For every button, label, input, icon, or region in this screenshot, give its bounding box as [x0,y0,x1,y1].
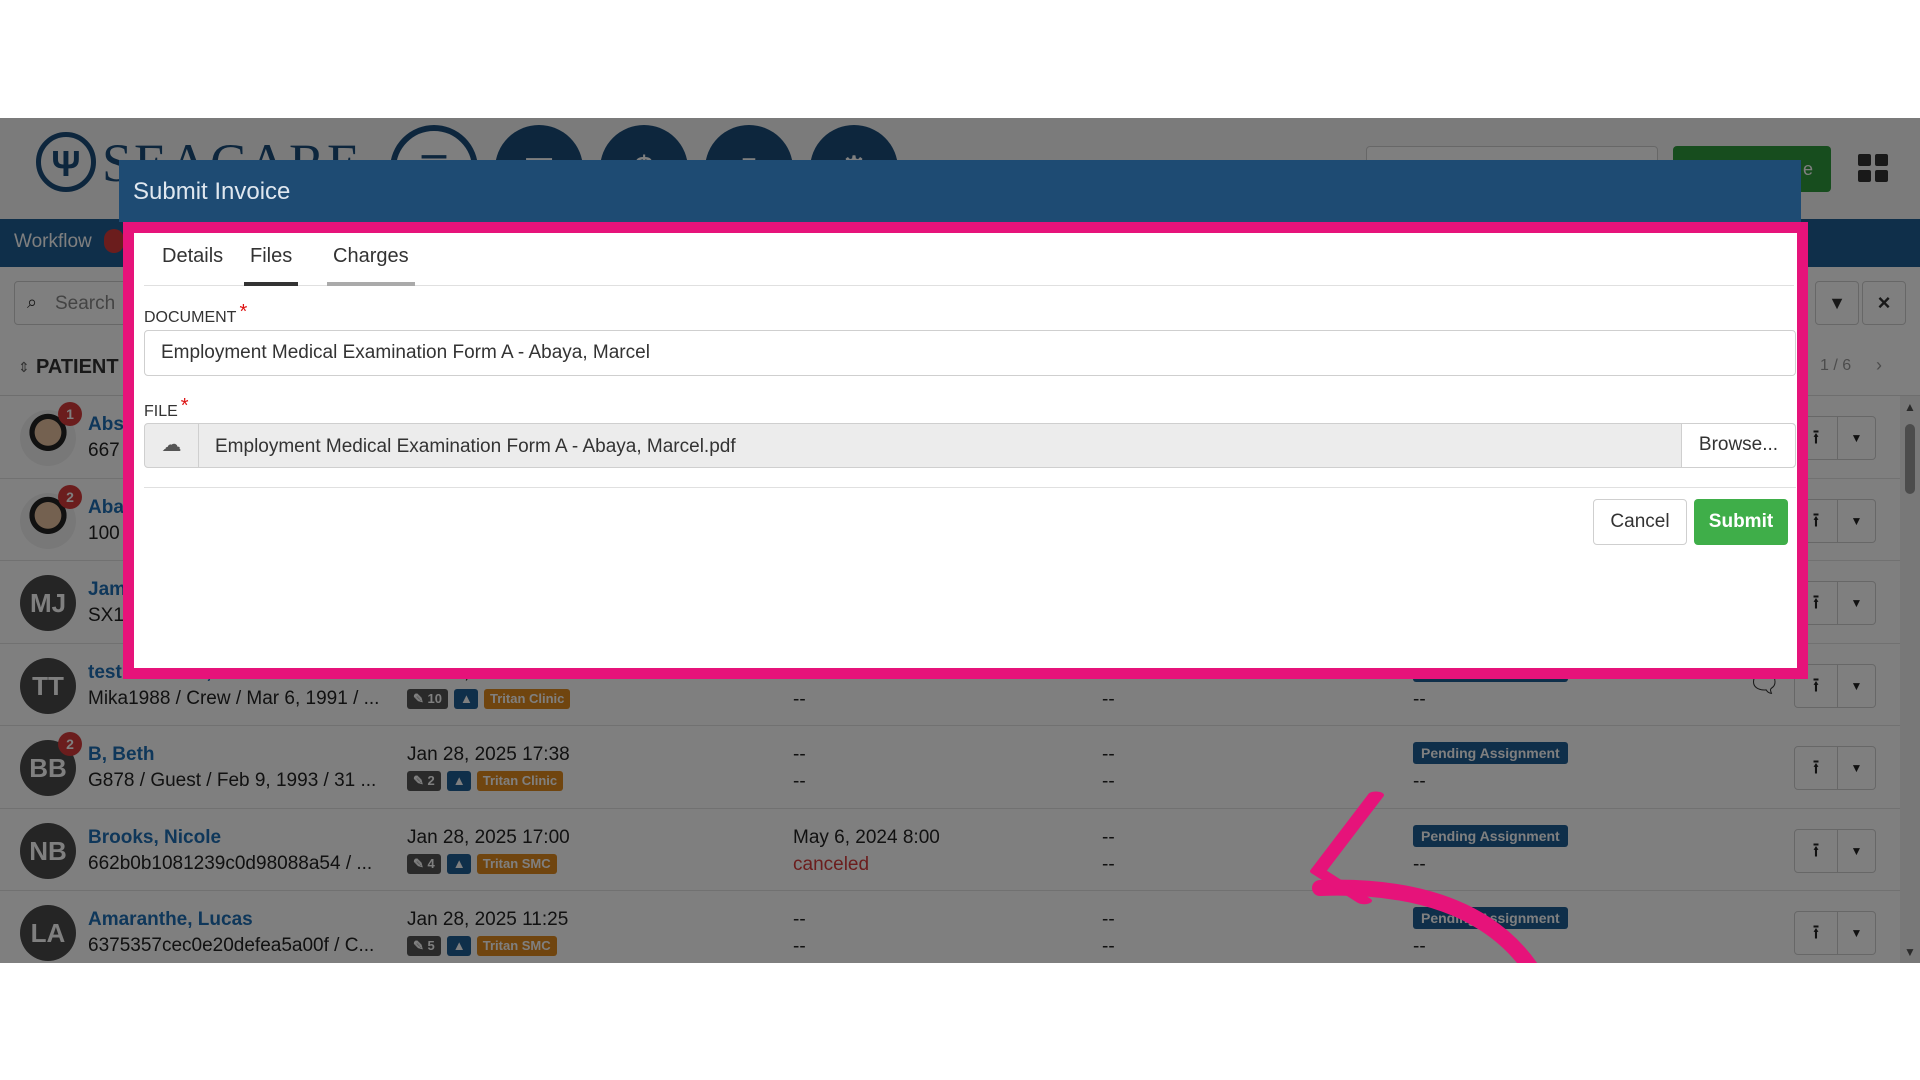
document-label: DOCUMENT * [144,301,247,328]
file-name: Employment Medical Examination Form A - … [215,436,736,457]
file-label-text: FILE [144,403,178,420]
submit-invoice-modal: Details Files Charges DOCUMENT * Employme… [123,222,1808,679]
curved-arrow-annotation [1310,791,1537,963]
document-input[interactable]: Employment Medical Examination Form A - … [144,330,1796,376]
cloud-upload-icon: ☁ [145,424,199,467]
modal-divider [144,487,1796,488]
required-marker: * [180,395,189,417]
file-input-group[interactable]: ☁ Employment Medical Examination Form A … [144,423,1796,468]
browse-button[interactable]: Browse... [1681,424,1795,467]
tab-details[interactable]: Details [162,245,223,286]
cancel-button[interactable]: Cancel [1593,499,1687,545]
modal-header: Submit Invoice [119,160,1801,222]
required-marker: * [239,301,248,323]
tab-files[interactable]: Files [244,245,299,286]
app-window: Ψ SEACARE ☰ ▦ $ ▮ ⚙ e Workflow ⌕ Search … [0,118,1920,963]
modal-title: Submit Invoice [133,178,291,205]
document-label-text: DOCUMENT [144,309,237,326]
file-label: FILE * [144,395,189,422]
submit-button[interactable]: Submit [1694,499,1788,545]
modal-tabs: Details Files Charges [144,233,1794,286]
tab-charges[interactable]: Charges [327,245,415,286]
